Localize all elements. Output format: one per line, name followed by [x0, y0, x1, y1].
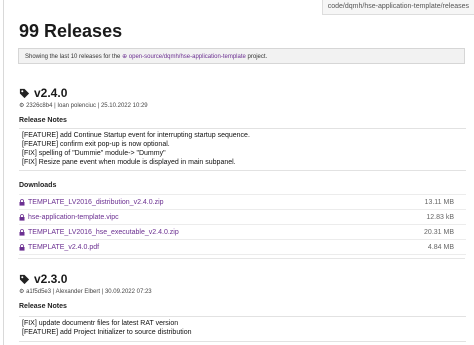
- release-date: 30.09.2022 07:23: [104, 289, 152, 295]
- lock-icon: [19, 243, 25, 251]
- release-version[interactable]: v2.4.0: [34, 86, 67, 100]
- info-prefix: Showing the last 10 releases for the: [25, 54, 123, 60]
- release-notes-label: Release Notes: [19, 303, 67, 310]
- commit-icon: ⚙: [19, 289, 25, 295]
- commit-icon: ⚙: [19, 103, 25, 109]
- download-link[interactable]: TEMPLATE_LV2016_hse_executable_v2.4.0.zi…: [19, 229, 179, 236]
- release-notes: [FEATURE] add Continue Startup event for…: [19, 128, 466, 171]
- download-name: TEMPLATE_LV2016_distribution_v2.4.0.zip: [28, 198, 164, 206]
- download-link[interactable]: TEMPLATE_LV2016_distribution_v2.4.0.zip: [19, 199, 164, 206]
- download-row: TEMPLATE_LV2016_hse_executable_v2.4.0.zi…: [19, 224, 466, 239]
- lock-icon: [19, 198, 25, 206]
- download-size: 13.11 MB: [424, 198, 454, 206]
- download-size: 4.84 MB: [427, 243, 454, 251]
- release-header: v2.4.0: [19, 86, 466, 100]
- note-line: [FIX] update documentr files for latest …: [22, 320, 179, 327]
- page-title: 99 Releases: [19, 21, 123, 41]
- download-size: 20.31 MB: [424, 228, 454, 236]
- note-line: [FIX] Resize pane event when module is d…: [22, 159, 236, 166]
- tag-icon: [19, 88, 30, 98]
- release-meta: ⚙ a1f5d5e3 | Alexander Elbert | 30.09.20…: [19, 289, 152, 295]
- release-author: Ioan polenciuc: [57, 103, 97, 109]
- lock-icon: [19, 213, 25, 221]
- downloads-label: Downloads: [19, 182, 57, 189]
- download-row: TEMPLATE_v2.4.0.pdf 4.84 MB: [19, 239, 466, 255]
- download-link[interactable]: TEMPLATE_v2.4.0.pdf: [19, 244, 99, 251]
- breadcrumb[interactable]: code/dqmh/hse-application-template/relea…: [321, 0, 474, 15]
- note-line: [FIX] spelling of "Dummie" module-> "Dum…: [22, 150, 166, 157]
- page: code/dqmh/hse-application-template/relea…: [0, 0, 474, 345]
- download-size: 12.83 kB: [426, 213, 454, 221]
- download-row: TEMPLATE_LV2016_distribution_v2.4.0.zip …: [19, 194, 466, 209]
- info-box: Showing the last 10 releases for the ⊕ o…: [18, 48, 465, 64]
- left-border: [3, 0, 4, 345]
- globe-icon: ⊕: [122, 54, 128, 60]
- tag-icon: [19, 274, 30, 284]
- downloads-list: TEMPLATE_LV2016_distribution_v2.4.0.zip …: [19, 194, 466, 255]
- download-name: TEMPLATE_LV2016_hse_executable_v2.4.0.zi…: [28, 228, 179, 236]
- release-author: Alexander Elbert: [55, 289, 101, 295]
- project-link[interactable]: open-source/dqmh/hse-application-templat…: [129, 54, 246, 60]
- download-row: hse-application-template.vipc 12.83 kB: [19, 209, 466, 224]
- note-line: [FEATURE] add Continue Startup event for…: [22, 132, 250, 139]
- release-header: v2.3.0: [19, 272, 466, 286]
- release-notes-label: Release Notes: [19, 117, 67, 124]
- release-divider: [18, 258, 465, 259]
- download-name: TEMPLATE_v2.4.0.pdf: [28, 243, 100, 251]
- note-line: [FEATURE] confirm exit pop-up is now opt…: [22, 141, 170, 148]
- release-version[interactable]: v2.3.0: [34, 272, 67, 286]
- commit-hash[interactable]: 2326c8b4: [26, 103, 52, 109]
- release-date: 25.10.2022 10:29: [100, 103, 148, 109]
- release-v2-3-0: v2.3.0 ⚙ a1f5d5e3 | Alexander Elbert | 3…: [19, 272, 466, 342]
- lock-icon: [19, 228, 25, 236]
- release-notes: [FIX] update documentr files for latest …: [19, 316, 466, 342]
- download-link[interactable]: hse-application-template.vipc: [19, 214, 119, 221]
- release-v2-4-0: v2.4.0 ⚙ 2326c8b4 | Ioan polenciuc | 25.…: [19, 86, 466, 255]
- info-suffix: project.: [247, 54, 268, 60]
- release-meta: ⚙ 2326c8b4 | Ioan polenciuc | 25.10.2022…: [19, 103, 148, 109]
- note-line: [FEATURE] add Project Initializer to sou…: [22, 329, 192, 336]
- commit-hash[interactable]: a1f5d5e3: [26, 289, 51, 295]
- download-name: hse-application-template.vipc: [28, 213, 119, 221]
